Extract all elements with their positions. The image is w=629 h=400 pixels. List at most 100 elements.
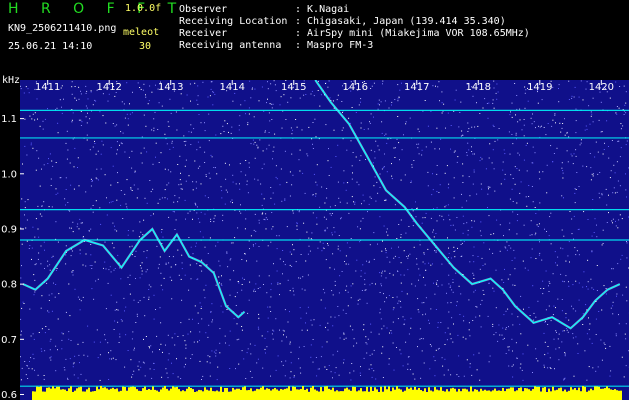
band-bar [382,391,384,400]
noise-speck [539,126,541,128]
noise-speck [393,307,395,309]
noise-speck [199,221,201,223]
noise-speck [531,248,533,250]
noise-speck [605,347,607,349]
noise-speck [379,216,381,218]
noise-speck [99,111,101,113]
noise-speck [443,219,445,221]
noise-speck [575,120,577,122]
noise-speck [184,199,186,201]
noise-speck [124,193,126,195]
noise-speck [598,192,600,194]
band-bar [504,391,506,400]
noise-speck [222,311,224,313]
noise-speck [503,337,505,339]
noise-speck [578,299,580,301]
noise-speck [197,103,199,105]
noise-speck [473,153,475,155]
noise-speck [449,333,451,335]
noise-speck [284,150,286,152]
noise-speck [329,206,331,208]
noise-speck [583,271,585,273]
noise-speck [404,319,406,321]
noise-speck [519,323,521,325]
noise-speck [468,322,470,324]
noise-speck [616,295,617,297]
noise-speck [20,85,21,87]
noise-speck [388,107,390,109]
noise-speck [561,162,563,164]
noise-speck [276,270,278,272]
noise-speck [617,140,619,142]
noise-speck [572,284,574,286]
noise-speck [20,356,21,358]
band-bar [222,391,224,400]
noise-speck [52,255,54,257]
noise-speck [292,244,293,246]
noise-speck [122,218,124,219]
band-bar [170,388,172,400]
noise-speck [454,150,456,152]
noise-speck [90,244,92,245]
noise-speck [172,146,174,148]
noise-speck [454,256,456,258]
noise-speck [325,259,327,261]
band-bar [498,390,500,400]
noise-speck [364,289,366,291]
noise-speck [625,112,627,114]
noise-speck [574,86,576,88]
noise-speck [49,357,51,359]
noise-speck [400,300,401,302]
noise-speck [443,103,445,105]
noise-speck [411,283,413,285]
info-label: Receiving Location [179,16,288,27]
noise-speck [360,101,361,103]
noise-speck [276,248,278,250]
noise-speck [493,290,495,292]
noise-speck [181,299,183,301]
noise-speck [499,334,501,336]
noise-speck [269,103,271,105]
noise-speck [435,251,437,253]
noise-speck [319,105,321,107]
noise-speck [377,243,378,245]
noise-speck [483,294,485,295]
noise-speck [143,296,145,298]
noise-speck [379,173,381,175]
noise-speck [511,260,513,261]
noise-speck [66,130,68,132]
noise-speck [77,157,79,159]
band-bar [252,391,254,400]
band-bar [122,386,124,400]
noise-speck [338,374,340,376]
noise-speck [626,242,628,244]
noise-speck [127,234,129,236]
noise-speck [480,221,482,223]
noise-speck [311,232,313,234]
noise-speck [145,336,147,337]
noise-speck [575,149,577,151]
noise-speck [171,142,173,144]
noise-speck [492,287,494,289]
noise-speck [438,81,440,83]
band-bar [510,387,512,400]
noise-speck [265,217,267,219]
band-bar [290,390,292,400]
noise-speck [24,145,26,147]
band-bar [282,389,284,400]
noise-speck [591,342,593,344]
band-bar [610,389,612,400]
noise-speck [497,139,499,141]
noise-speck [92,104,94,106]
band-bar [272,389,274,400]
noise-speck [109,266,111,268]
noise-speck [258,219,260,221]
noise-speck [620,123,622,125]
noise-speck [596,224,597,226]
noise-speck [428,262,430,264]
noise-speck [180,93,182,95]
noise-speck [462,163,464,165]
noise-speck [313,173,315,175]
noise-speck [259,287,261,288]
noise-speck [156,335,158,337]
